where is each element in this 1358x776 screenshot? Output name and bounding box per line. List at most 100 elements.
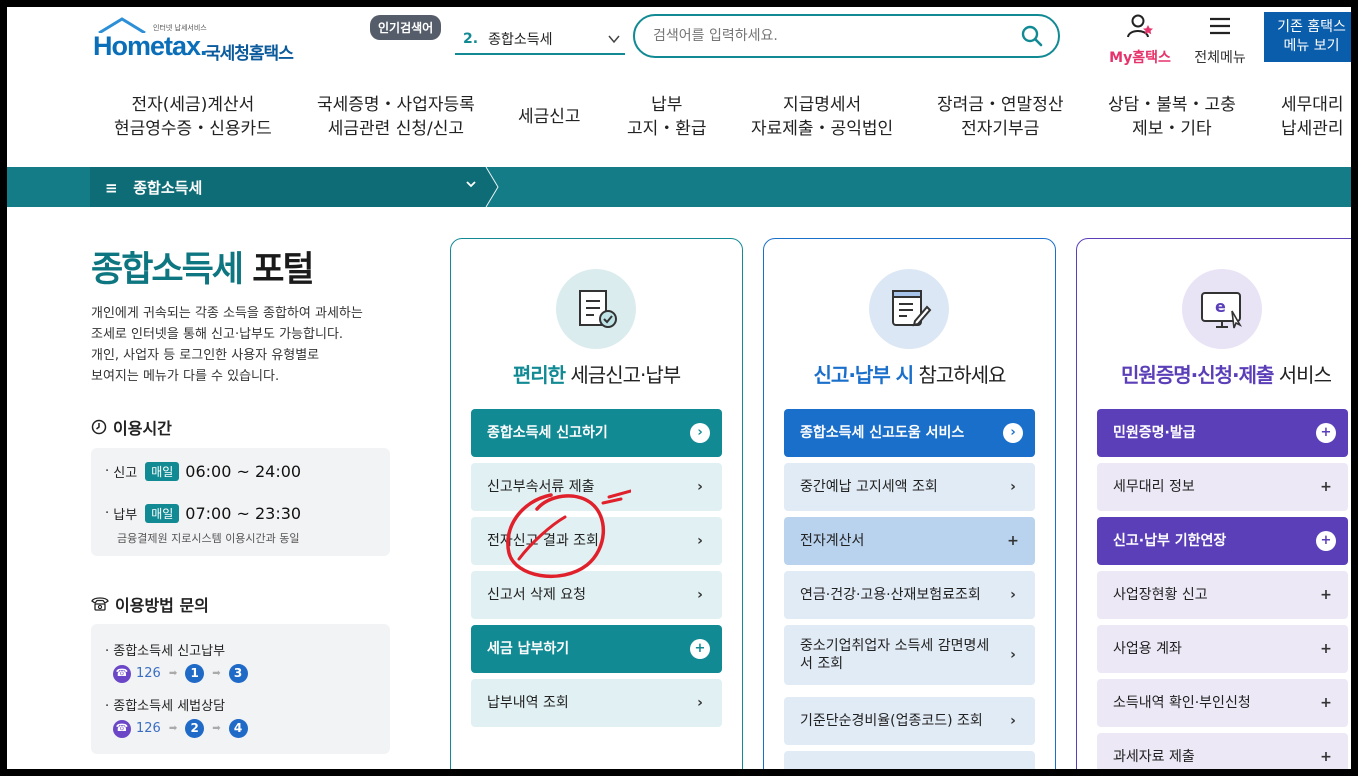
- popular-search-select[interactable]: 2. 종합소득세: [455, 25, 625, 55]
- title-highlight: 종합소득세: [91, 250, 244, 290]
- arrow-right-icon: ➡: [212, 723, 221, 734]
- deadline-extension-button[interactable]: 신고·납부 기한연장 +: [1097, 517, 1348, 565]
- e-invoice-link[interactable]: 전자계산서 +: [784, 517, 1035, 565]
- delete-return-request-link[interactable]: 신고서 삭제 요청 ›: [471, 571, 722, 619]
- search-input[interactable]: [653, 28, 1013, 44]
- card-title-highlight: 민원증명·신청·제출: [1121, 363, 1274, 387]
- gnb-item-counseling[interactable]: 상담・불복・고충 제보・기타: [1108, 93, 1236, 141]
- hours-label: 신고: [113, 466, 138, 481]
- gnb-item-payment-statement[interactable]: 지급명세서 자료제출・공익법인: [751, 93, 893, 141]
- item-label: 신고부속서류 제출: [487, 479, 595, 495]
- card-title-highlight: 신고·납부 시: [813, 363, 915, 387]
- chevron-right-icon: ›: [697, 533, 703, 549]
- plus-icon: +: [1320, 641, 1332, 657]
- phone-number: 126: [136, 666, 161, 681]
- title-rest: 포털: [242, 250, 314, 290]
- location-label: ≡ 종합소득세: [105, 179, 203, 197]
- gnb-line1: 세무대리: [1281, 95, 1344, 115]
- card-title-rest: 서비스: [1273, 363, 1332, 387]
- interim-prepayment-link[interactable]: 중간예납 고지세액 조회 ›: [784, 463, 1035, 511]
- hometax-logo[interactable]: 인터넷 납세서비스 Hometax. 국세청홈택스: [93, 17, 313, 73]
- search-icon[interactable]: [1020, 24, 1044, 48]
- civil-certificate-button[interactable]: 민원증명·발급 +: [1097, 409, 1348, 457]
- gnb-line2: 전자기부금: [961, 119, 1040, 139]
- gnb-line1: 장려금・연말정산: [937, 95, 1064, 115]
- inquiry-heading: 이용방법 문의: [91, 592, 209, 616]
- item-label: 신고·납부 기한연장: [1113, 533, 1227, 549]
- card-title: 신고·납부 시 참고하세요: [764, 359, 1055, 388]
- chevron-right-icon: ›: [697, 587, 703, 603]
- plus-icon: +: [1007, 533, 1019, 549]
- chevron-right-icon: ›: [690, 423, 710, 443]
- pay-tax-button[interactable]: 세금 납부하기 +: [471, 625, 722, 673]
- business-status-link[interactable]: 사업장현황 신고 +: [1097, 571, 1348, 619]
- logo-brand: Hometax.: [93, 31, 208, 61]
- hours-time: 06:00 ~ 24:00: [185, 462, 302, 481]
- item-label: 소득내역 확인·부인신청: [1113, 695, 1251, 711]
- chevron-right-icon: ›: [697, 479, 703, 495]
- gnb-line2: 세금관련 신청/신고: [327, 119, 465, 139]
- inquiry-label-1: · 종합소득세 신고납부: [105, 644, 226, 659]
- hours-note: 금융결제원 지로시스템 이용시간과 동일: [117, 532, 300, 545]
- gnb-item-tax-agent[interactable]: 세무대리 납세관리: [1281, 93, 1344, 141]
- desc-line: 조세로 인터넷을 통해 신고·납부도 가능합니다.: [91, 327, 344, 342]
- gnb-item-certificates[interactable]: 국세증명・사업자등록세금관련 신청/신고: [317, 93, 475, 141]
- item-label: 중소기업취업자 소득세 감면명세서 조회: [800, 638, 990, 672]
- item-label: 사업장현황 신고: [1113, 587, 1208, 603]
- old-home-menu-button[interactable]: 기존 홈택스 메뉴 보기: [1264, 12, 1351, 62]
- item-label: 세금 납부하기: [487, 641, 570, 657]
- all-menu-button[interactable]: 전체메뉴: [1187, 13, 1253, 67]
- inquiry-text: 종합소득세 세법상담: [113, 699, 226, 714]
- item-label: 전자계산서: [800, 533, 865, 549]
- card-civil-services: e 민원증명·신청·제출 서비스 민원증명·발급 + 세무대리 정보 + 신고·납부…: [1076, 238, 1351, 769]
- my-hometax-button[interactable]: My홈택스: [1103, 13, 1177, 67]
- card-icon-circle: [556, 269, 636, 349]
- plus-icon: +: [1320, 749, 1332, 765]
- plus-icon: +: [690, 639, 710, 659]
- income-confirm-link[interactable]: 소득내역 확인·부인신청 +: [1097, 679, 1348, 727]
- plus-icon: +: [1320, 479, 1332, 495]
- svg-text:e: e: [1215, 297, 1226, 316]
- sme-reduction-link[interactable]: 중소기업취업자 소득세 감면명세서 조회 ›: [784, 625, 1035, 685]
- gnb-line1: 국세증명・사업자등록: [317, 95, 475, 115]
- inquiry-flow-2: ☎ 126 ➡ 2 ➡ 4: [113, 719, 248, 738]
- phone-icon: ☎: [113, 664, 131, 683]
- payment-history-link[interactable]: 납부내역 조회 ›: [471, 679, 722, 727]
- gnb-line1: 지급명세서: [782, 95, 862, 115]
- gnb-item-incentive[interactable]: 장려금・연말정산전자기부금: [937, 93, 1063, 141]
- card-convenient-filing: 편리한 세금신고·납부 종합소득세 신고하기 › 신고부속서류 제출 › 전자신고 …: [450, 238, 743, 769]
- menu-step-number: 2: [185, 719, 205, 738]
- business-account-link[interactable]: 사업용 계좌 +: [1097, 625, 1348, 673]
- list-item[interactable]: [784, 751, 1035, 769]
- gnb-item-payment[interactable]: 납부 고지・환급: [627, 93, 707, 141]
- item-label: 종합소득세 신고하기: [487, 425, 608, 441]
- file-income-tax-button[interactable]: 종합소득세 신고하기 ›: [471, 409, 722, 457]
- tax-data-submit-link[interactable]: 과세자료 제출 +: [1097, 733, 1348, 769]
- card-title: 편리한 세금신고·납부: [451, 359, 742, 388]
- global-nav: 전자(세금)계산서 현금영수증・신용카드 국세증명・사업자등록세금관련 신청/신고…: [7, 93, 1351, 153]
- tax-agent-info-link[interactable]: 세무대리 정보 +: [1097, 463, 1348, 511]
- item-label: 사업용 계좌: [1113, 641, 1182, 657]
- location-text: 종합소득세: [133, 179, 203, 197]
- gnb-item-e-invoice[interactable]: 전자(세금)계산서 현금영수증・신용카드: [114, 93, 272, 141]
- card-reference: 신고·납부 시 참고하세요 종합소득세 신고도움 서비스 › 중간예납 고지세액 …: [763, 238, 1056, 769]
- card-title: 민원증명·신청·제출 서비스: [1077, 359, 1351, 388]
- submit-attachments-link[interactable]: 신고부속서류 제출 ›: [471, 463, 722, 511]
- card-title-rest: 세금신고·납부: [565, 363, 681, 387]
- inquiry-flow-1: ☎ 126 ➡ 1 ➡ 3: [113, 664, 248, 683]
- telephone-icon: [91, 597, 109, 611]
- filing-help-service-button[interactable]: 종합소득세 신고도움 서비스 ›: [784, 409, 1035, 457]
- location-bar: ≡ 종합소득세: [7, 167, 1351, 207]
- page-title: 종합소득세 포털: [91, 241, 315, 292]
- insurance-premium-link[interactable]: 연금·건강·고용·산재보험료조회 ›: [784, 571, 1035, 619]
- desc-line: 보여지는 메뉴가 다를 수 있습니다.: [91, 369, 280, 384]
- inquiry-text: 종합소득세 신고납부: [113, 644, 226, 659]
- plus-icon: +: [1320, 695, 1332, 711]
- item-label: 민원증명·발급: [1113, 425, 1196, 441]
- e-filing-result-link[interactable]: 전자신고 결과 조회 ›: [471, 517, 722, 565]
- item-label: 납부내역 조회: [487, 695, 569, 711]
- page-frame: 인터넷 납세서비스 Hometax. 국세청홈택스 인기검색어 2. 종합소득세…: [7, 7, 1351, 769]
- hours-label: 납부: [113, 508, 138, 523]
- gnb-item-tax-filing[interactable]: 세금신고: [518, 105, 581, 129]
- expense-rate-link[interactable]: 기준단순경비율(업종코드) 조회 ›: [784, 697, 1035, 745]
